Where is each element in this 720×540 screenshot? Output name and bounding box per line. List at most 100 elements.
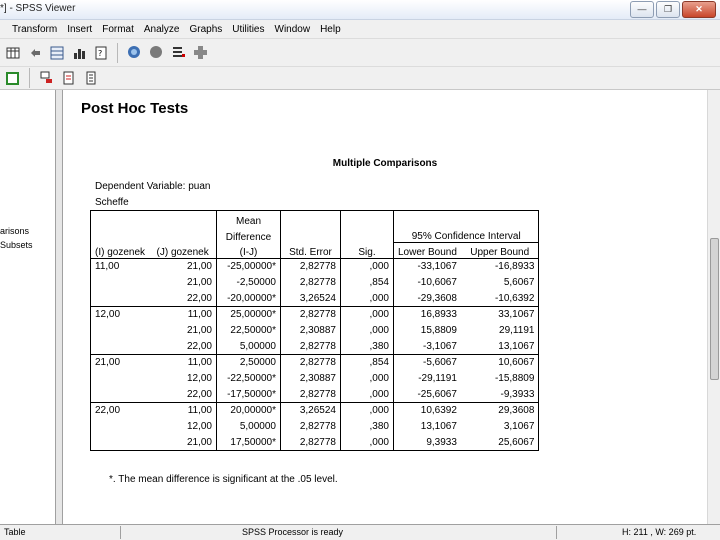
multiple-comparisons-table[interactable]: Mean Difference 95% Confidence Interval … — [90, 210, 540, 451]
vars-icon[interactable]: ? — [92, 44, 109, 61]
maximize-button[interactable]: ❐ — [656, 1, 680, 18]
cell-std-error: 3,26524 — [280, 290, 341, 307]
cell-j: 21,00 — [152, 322, 217, 339]
zoom-icon[interactable] — [126, 44, 143, 61]
cell-lower-bound: 13,1067 — [420, 421, 457, 432]
status-dimensions: H: 211 , W: 269 pt. — [622, 527, 697, 537]
window-title: *] - SPSS Viewer — [0, 3, 76, 14]
green-box-icon[interactable] — [4, 70, 21, 87]
cell-mean-diff: -25,00000* — [216, 258, 281, 275]
menu-format[interactable]: Format — [98, 24, 140, 35]
cell-mean-diff: 17,50000* — [216, 434, 281, 451]
table-icon[interactable] — [4, 44, 21, 61]
bars-icon[interactable] — [170, 44, 187, 61]
cell-i-empty — [90, 386, 153, 403]
pane-splitter[interactable] — [56, 90, 63, 524]
red-arrow-icon[interactable] — [38, 70, 55, 87]
table-row: 22,00 11,00 20,00000* 3,26524 ,000 10,63… — [90, 402, 540, 419]
header-confidence-interval: 95% Confidence Interval — [393, 226, 540, 243]
outline-item-subsets[interactable]: Subsets — [0, 240, 33, 250]
cell-mean-diff: 25,00000* — [216, 306, 281, 323]
header-j: (J) gozenek — [152, 242, 217, 259]
menu-transform[interactable]: Transform — [8, 24, 63, 35]
cell-sig: ,000 — [340, 290, 394, 307]
cell-mean-diff: -2,50000 — [216, 274, 281, 291]
title-bar: *] - SPSS Viewer — ❐ ✕ — [0, 0, 720, 20]
cell-i-empty — [90, 434, 153, 451]
header-lower-bound: Lower Bound — [393, 242, 461, 259]
cell-lower-bound: 9,3933 — [393, 434, 461, 451]
red-script-icon[interactable] — [60, 70, 77, 87]
status-divider — [120, 526, 121, 539]
cell-std-error: 2,30887 — [280, 322, 341, 339]
header-mean-line1: Mean — [216, 210, 281, 227]
header-std-error: Std. Error — [280, 242, 341, 259]
cell-mean-diff: 20,00000* — [216, 402, 281, 419]
cell-j: 22,00 — [152, 386, 217, 403]
header-sig: Sig. — [340, 242, 394, 259]
menu-window[interactable]: Window — [271, 24, 317, 35]
method-label: Scheffe — [95, 197, 129, 208]
doc-icon[interactable] — [82, 70, 99, 87]
cell-sig: ,854 — [340, 274, 394, 291]
cell-lower-bound: 10,6392 — [393, 402, 461, 419]
gray-cross-icon[interactable] — [192, 44, 209, 61]
cell-sig: ,000 — [340, 434, 394, 451]
close-button[interactable]: ✕ — [682, 1, 716, 18]
cell-i-empty — [90, 370, 153, 387]
table-row: 22,00 5,00000 2,82778 ,380 -3,1067 13,10… — [90, 338, 540, 355]
cell-lower-bound: -33,1067 — [417, 261, 457, 273]
cell-mean-diff: -22,50000* — [216, 370, 281, 387]
header-cell — [90, 210, 153, 227]
dependent-variable-label: Dependent Variable: puan — [95, 181, 211, 192]
scrollbar-thumb[interactable] — [710, 238, 719, 380]
vertical-scrollbar[interactable] — [707, 90, 720, 524]
cell-sig: ,854 — [340, 354, 394, 371]
cell-j: 21,00 — [152, 274, 217, 291]
chart-icon[interactable] — [70, 44, 87, 61]
header-cell — [460, 210, 540, 227]
cell-mean-diff: -17,50000* — [216, 386, 281, 403]
grid-icon[interactable] — [48, 44, 65, 61]
table-row: 22,00 -17,50000* 2,82778 ,000 -25,6067 -… — [90, 386, 540, 403]
cell-j: 12,00 — [152, 418, 217, 435]
minimize-button[interactable]: — — [630, 1, 654, 18]
table-row: 12,00 -22,50000* 2,30887 ,000 -29,1191 -… — [90, 370, 540, 387]
cell-i-empty — [90, 290, 153, 307]
cell-sig: ,000 — [340, 402, 394, 419]
cell-i-empty — [90, 338, 153, 355]
stats-icon[interactable] — [148, 44, 165, 61]
main-toolbar: ? — [0, 38, 720, 66]
cell-upper-bound: 29,3608 — [460, 402, 540, 419]
cell-upper-bound: -15,8809 — [460, 370, 540, 387]
back-arrow-icon[interactable] — [26, 44, 43, 61]
cell-i: 12,00 — [90, 306, 153, 323]
secondary-toolbar — [0, 66, 720, 90]
header-cell — [280, 210, 341, 227]
outline-item-comparisons[interactable]: arisons — [0, 226, 29, 236]
header-upper-bound: Upper Bound — [460, 242, 540, 259]
table-row: 12,00 5,00000 2,82778 ,380 13,1067 3,106… — [90, 418, 540, 435]
table-row: 21,00 22,50000* 2,30887 ,000 15,8809 29,… — [90, 322, 540, 339]
table-row: 21,00 11,00 2,50000 2,82778 ,854 -5,6067… — [90, 354, 540, 371]
cell-j: 22,00 — [152, 290, 217, 307]
cell-sig: ,380 — [340, 338, 394, 355]
cell-j: 22,00 — [152, 338, 217, 355]
cell-sig: ,000 — [340, 370, 394, 387]
cell-std-error: 2,82778 — [280, 274, 341, 291]
cell-i: 22,00 — [90, 402, 153, 419]
cell-upper-bound: 3,1067 — [460, 418, 540, 435]
menu-insert[interactable]: Insert — [63, 24, 98, 35]
cell-std-error: 3,26524 — [280, 402, 341, 419]
menu-help[interactable]: Help — [316, 24, 347, 35]
cell-sig: ,380 — [340, 418, 394, 435]
table-row: 12,00 11,00 25,00000* 2,82778 ,000 16,89… — [90, 306, 540, 323]
menu-utilities[interactable]: Utilities — [228, 24, 270, 35]
menu-graphs[interactable]: Graphs — [185, 24, 228, 35]
cell-lower-bound: -3,1067 — [423, 340, 457, 352]
outline-pane[interactable]: arisons Subsets — [0, 90, 56, 524]
cell-upper-bound: 33,1067 — [460, 306, 540, 323]
window-controls: — ❐ ✕ — [630, 1, 716, 18]
menu-analyze[interactable]: Analyze — [140, 24, 186, 35]
header-cell — [340, 210, 394, 227]
